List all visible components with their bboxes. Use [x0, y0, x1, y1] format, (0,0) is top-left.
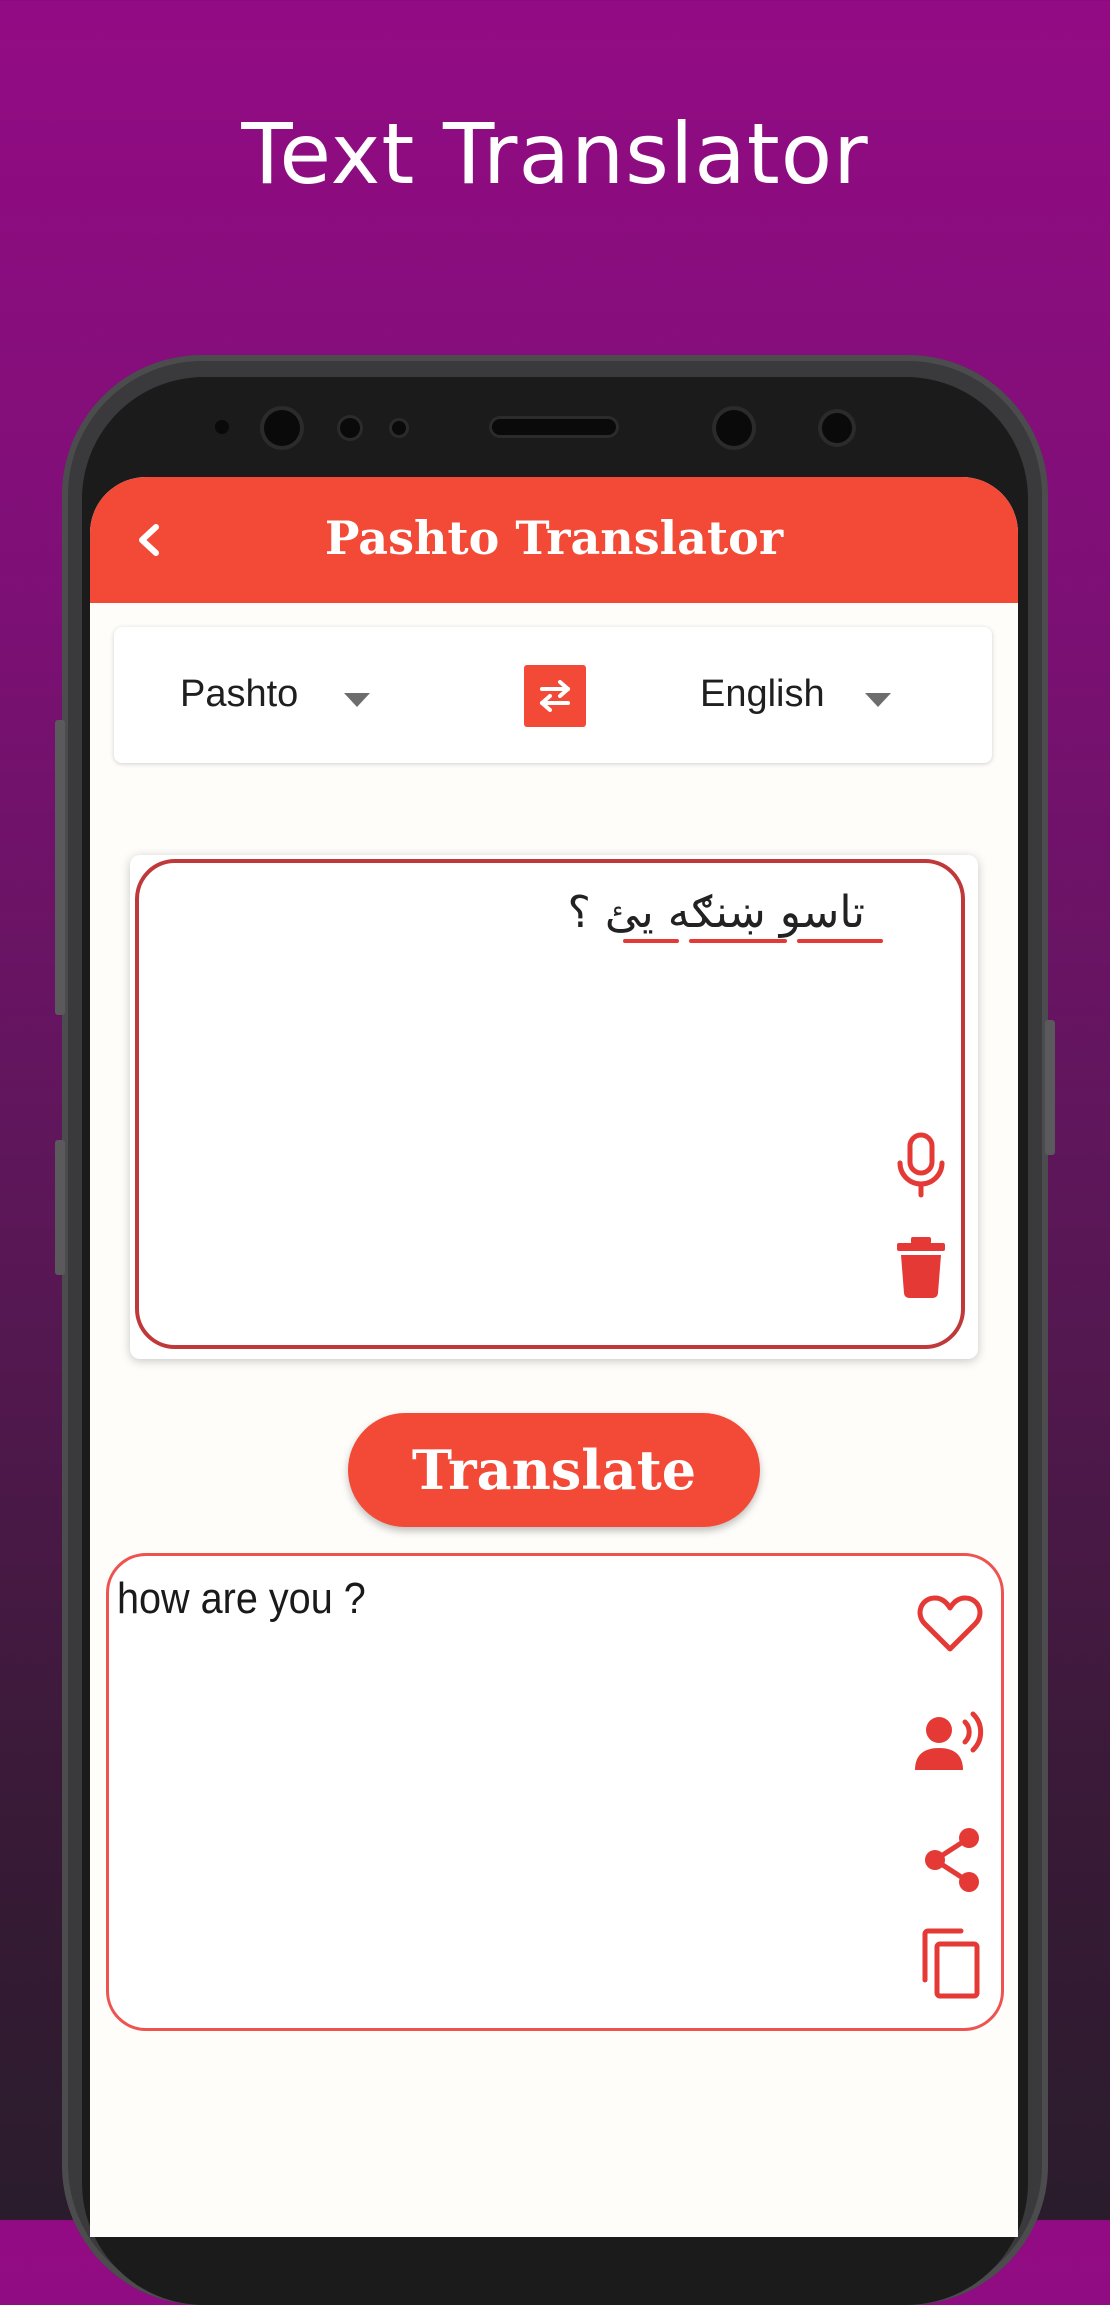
phone-side-button-left: [55, 720, 65, 1015]
app-bar: Pashto Translator: [90, 477, 1018, 603]
share-icon: [925, 1828, 979, 1892]
speak-button[interactable]: [913, 1710, 989, 1774]
phone-camera-icon: [822, 413, 852, 443]
delete-button[interactable]: [895, 1235, 947, 1299]
source-text-input[interactable]: تاسو ښنګه یئ ؟: [135, 859, 965, 1349]
promo-title: Text Translator: [241, 105, 869, 203]
source-language-label: Pashto: [180, 673, 299, 715]
dropdown-arrow-icon: [344, 693, 370, 707]
phone-side-button-right: [1045, 1020, 1055, 1155]
phone-sensor-icon: [392, 421, 406, 435]
favorite-button[interactable]: [917, 1594, 983, 1654]
heart-icon: [917, 1595, 983, 1652]
trash-icon: [897, 1237, 945, 1298]
phone-camera-icon: [716, 410, 752, 446]
spellcheck-underline: [623, 939, 679, 943]
source-text: تاسو ښنګه یئ ؟: [567, 887, 865, 938]
translation-output: how are you ?: [106, 1553, 1004, 2031]
microphone-icon: [897, 1132, 945, 1198]
target-language-dropdown[interactable]: English: [604, 627, 992, 763]
spellcheck-underline: [797, 939, 883, 943]
phone-front-camera-icon: [264, 410, 300, 446]
app-title: Pashto Translator: [324, 511, 784, 565]
speaker-person-icon: [915, 1711, 984, 1770]
share-button[interactable]: [921, 1826, 983, 1894]
copy-button[interactable]: [919, 1928, 983, 2000]
language-selector-card: Pashto English: [114, 627, 992, 763]
app-screen: Pashto Translator Pashto English تاسو ښن…: [90, 477, 1018, 2237]
swap-languages-button[interactable]: [524, 665, 586, 727]
spellcheck-underline: [689, 939, 787, 943]
copy-icon: [922, 1928, 980, 1999]
translated-text: how are you ?: [117, 1574, 366, 1623]
microphone-button[interactable]: [891, 1131, 951, 1199]
phone-sensor-icon: [340, 418, 360, 438]
target-language-label: English: [700, 673, 825, 715]
swap-arrows-icon: [540, 680, 570, 712]
phone-speaker-grille: [492, 419, 616, 435]
input-card: تاسو ښنګه یئ ؟: [130, 855, 978, 1359]
source-language-dropdown[interactable]: Pashto: [114, 627, 404, 763]
phone-sensor-icon: [215, 420, 229, 434]
phone-side-button-left-2: [55, 1140, 65, 1275]
dropdown-arrow-icon: [865, 693, 891, 707]
translate-button[interactable]: Translate: [348, 1413, 760, 1527]
